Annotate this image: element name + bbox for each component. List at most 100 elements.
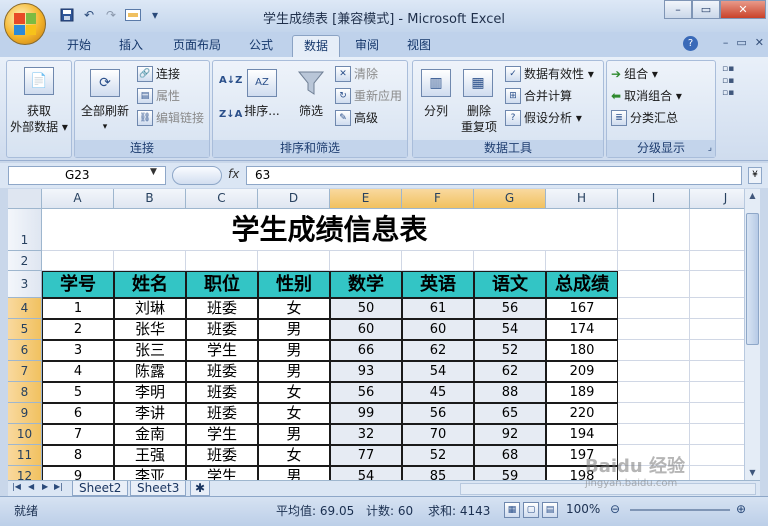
filter-icon[interactable] [297,69,325,97]
table-cell[interactable]: 60 [402,319,474,340]
cell[interactable] [618,382,690,403]
row-header-11[interactable]: 11 [8,445,42,466]
table-cell[interactable]: 李明 [114,382,186,403]
connections-button[interactable]: 🔗 连接 [137,65,180,82]
table-cell[interactable]: 61 [402,298,474,319]
table-cell[interactable]: 金南 [114,424,186,445]
cell[interactable] [690,424,744,445]
table-cell[interactable]: 99 [330,403,402,424]
formula-bar-toggle[interactable] [172,166,222,185]
wb-minimize-button[interactable]: – [723,36,729,49]
cell[interactable] [186,251,258,271]
table-cell[interactable]: 174 [546,319,618,340]
table-cell[interactable]: 167 [546,298,618,319]
table-cell[interactable]: 56 [330,382,402,403]
row-header-10[interactable]: 10 [8,424,42,445]
table-cell[interactable]: 220 [546,403,618,424]
column-header-d[interactable]: D [258,189,330,209]
dialog-launcher-icon[interactable]: ⌟ [708,140,712,157]
row-header-7[interactable]: 7 [8,361,42,382]
cell[interactable] [330,251,402,271]
table-cell[interactable]: 88 [474,382,546,403]
group-button[interactable]: ➔ 组合 ▾ [611,65,658,82]
table-cell[interactable]: 189 [546,382,618,403]
remove-duplicates-icon[interactable]: ▦ [463,69,493,97]
page-break-view-icon[interactable]: ▤ [542,502,558,518]
name-box-dropdown-icon[interactable]: ▼ [150,167,157,177]
wb-close-button[interactable]: ✕ [755,36,764,49]
table-cell[interactable]: 学生 [186,424,258,445]
select-all-corner[interactable] [8,189,42,209]
scroll-down-icon[interactable]: ▼ [746,466,759,480]
column-header-h[interactable]: H [546,189,618,209]
row-header-3[interactable]: 3 [8,271,42,298]
cell[interactable] [618,271,690,298]
table-cell[interactable]: 8 [42,445,114,466]
tab-insert[interactable]: 插入 [110,35,152,57]
cell[interactable] [474,251,546,271]
table-header-cell[interactable]: 职位 [186,271,258,298]
table-header-cell[interactable]: 总成绩 [546,271,618,298]
table-cell[interactable]: 3 [42,340,114,361]
table-cell[interactable]: 4 [42,361,114,382]
remove-duplicates-button[interactable]: 删除 重复项 [455,103,503,135]
text-to-columns-button[interactable]: 分列 [413,103,459,119]
table-header-cell[interactable]: 英语 [402,271,474,298]
row-header-8[interactable]: 8 [8,382,42,403]
cell[interactable] [618,424,690,445]
page-layout-view-icon[interactable]: ▢ [523,502,539,518]
cell[interactable] [690,251,744,271]
table-cell[interactable]: 学生 [186,340,258,361]
table-cell[interactable]: 180 [546,340,618,361]
table-header-cell[interactable]: 学号 [42,271,114,298]
cell[interactable] [258,251,330,271]
table-cell[interactable]: 60 [330,319,402,340]
row-header-2[interactable]: 2 [8,251,42,271]
table-cell[interactable]: 93 [330,361,402,382]
data-validation-button[interactable]: ✓ 数据有效性 ▾ [505,65,594,82]
refresh-icon[interactable]: ⟳ [90,69,120,97]
tab-view[interactable]: 视图 [398,35,440,57]
zoom-in-icon[interactable]: ⊕ [736,502,746,516]
consolidate-button[interactable]: ⊞ 合并计算 [505,87,572,104]
table-cell[interactable]: 张华 [114,319,186,340]
cell[interactable] [402,251,474,271]
clear-button[interactable]: ✕ 清除 [335,65,378,82]
table-cell[interactable]: 62 [402,340,474,361]
table-cell[interactable]: 男 [258,361,330,382]
cell[interactable] [114,251,186,271]
table-cell[interactable]: 男 [258,340,330,361]
table-cell[interactable]: 李亚 [114,466,186,480]
table-cell[interactable]: 52 [474,340,546,361]
table-cell[interactable]: 45 [402,382,474,403]
expand-formula-bar-icon[interactable]: ¥ [748,167,762,184]
zoom-slider[interactable] [630,509,730,511]
sort-button[interactable]: 排序... [239,103,285,119]
table-cell[interactable]: 92 [474,424,546,445]
column-header-f[interactable]: F [402,189,474,209]
table-cell[interactable]: 77 [330,445,402,466]
outline-show-hide-icon[interactable]: ▫▪ ▫▪ ▫▪ [722,63,758,123]
tab-review[interactable]: 审阅 [346,35,388,57]
office-button[interactable] [4,3,46,45]
table-cell[interactable]: 62 [474,361,546,382]
table-cell[interactable]: 女 [258,298,330,319]
table-cell[interactable]: 66 [330,340,402,361]
table-cell[interactable]: 70 [402,424,474,445]
name-box[interactable]: G23 [8,166,166,185]
table-cell[interactable]: 56 [402,403,474,424]
cell[interactable] [546,251,618,271]
refresh-all-button[interactable]: 全部刷新 [75,103,135,119]
minimize-button[interactable]: – [664,0,692,19]
get-data-button[interactable]: 获取 外部数据 ▾ [7,103,71,135]
vertical-scrollbar[interactable]: ▲ ▼ [744,189,760,480]
table-cell[interactable]: 班委 [186,403,258,424]
insert-sheet-icon[interactable]: ✱ [190,481,211,496]
column-header-e[interactable]: E [330,189,402,209]
column-header-j[interactable]: J [690,189,744,209]
normal-view-icon[interactable]: ▦ [504,502,520,518]
restore-button[interactable]: ▭ [692,0,720,19]
table-cell[interactable]: 5 [42,382,114,403]
refresh-dropdown[interactable]: ▾ [75,119,135,135]
sheet-tab-sheet3[interactable]: Sheet3 [130,481,187,496]
